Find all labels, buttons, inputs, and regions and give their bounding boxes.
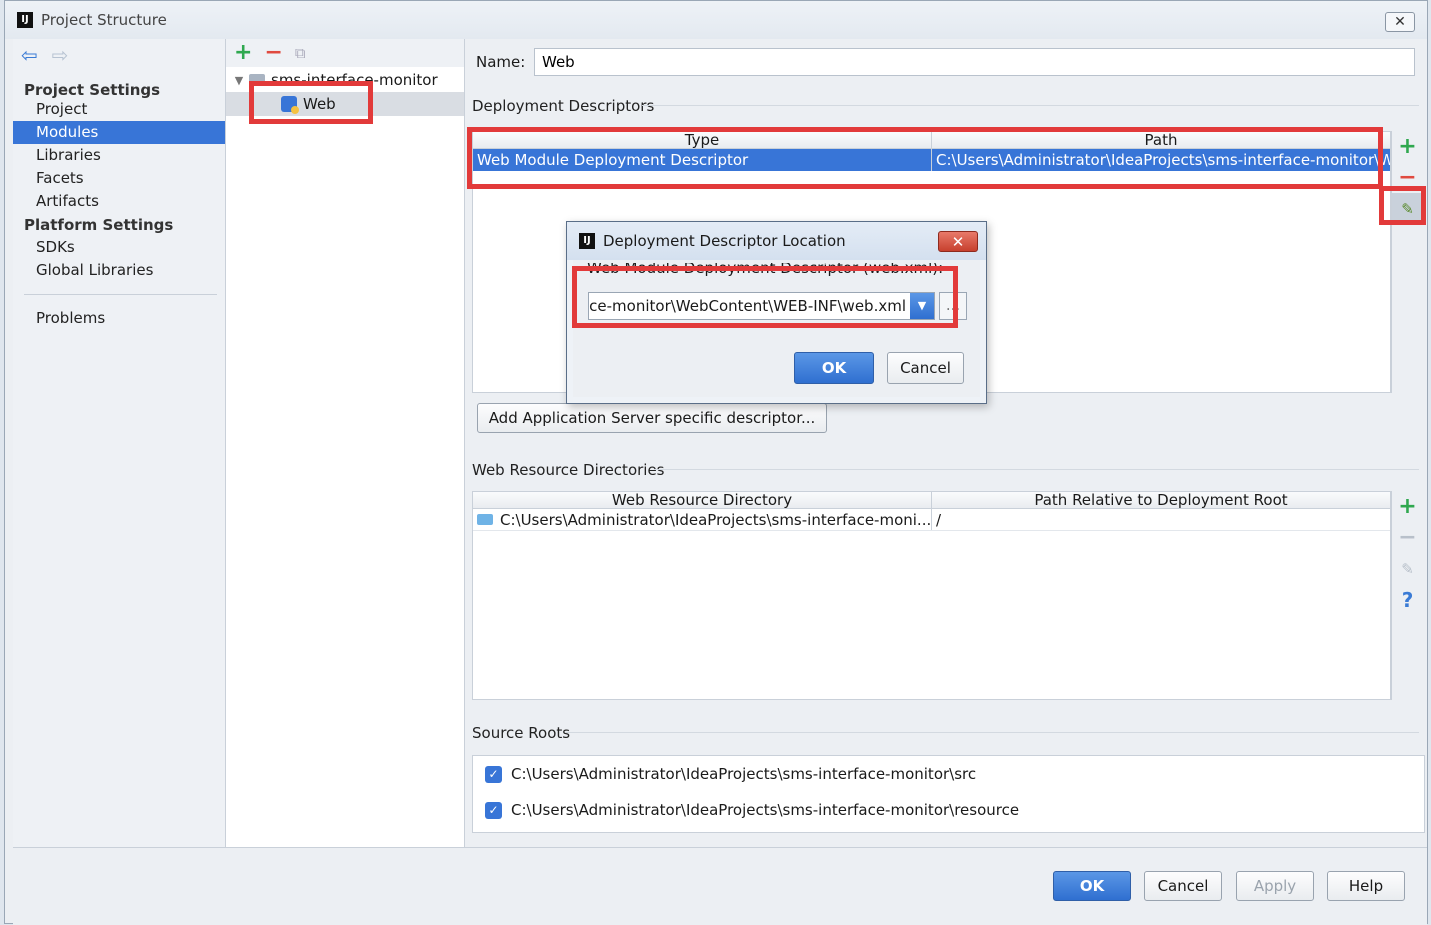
dropdown-arrow-icon[interactable]: ▼ (910, 293, 934, 319)
checkbox-checked-icon[interactable]: ✓ (485, 765, 502, 783)
table-row[interactable]: Web Module Deployment Descriptor C:\User… (473, 149, 1390, 171)
web-facet-icon (281, 96, 299, 114)
deployment-descriptors-title: Deployment Descriptors (472, 97, 655, 115)
source-root-item[interactable]: ✓ C:\Users\Administrator\IdeaProjects\sm… (473, 756, 1424, 792)
tree-toolbar: + − ⧉ (226, 39, 464, 67)
back-arrow-icon[interactable]: ⇦ (21, 43, 38, 67)
source-roots-list: ✓ C:\Users\Administrator\IdeaProjects\sm… (472, 755, 1425, 833)
window-title: Project Structure (41, 11, 167, 29)
folder-icon (477, 514, 493, 525)
dialog-footer: OK Cancel Apply Help (13, 847, 1427, 925)
nav-item-artifacts[interactable]: Artifacts (13, 190, 225, 213)
descriptor-path-combobox[interactable]: ce-monitor\WebContent\WEB-INF\web.xml ▼ (588, 292, 935, 320)
column-path-relative[interactable]: Path Relative to Deployment Root (932, 492, 1390, 508)
remove-resource-icon[interactable]: − (1398, 526, 1416, 549)
nav-divider (24, 294, 217, 295)
name-label: Name: (476, 53, 526, 71)
copy-module-icon[interactable]: ⧉ (295, 44, 306, 62)
table-header: Type Path (473, 132, 1390, 149)
tree-node-module-label: sms-interface-monitor (271, 71, 438, 89)
nav-item-modules[interactable]: Modules (13, 121, 225, 144)
deployment-descriptor-location-dialog: IJ Deployment Descriptor Location ✕ Web … (566, 221, 987, 404)
nav-item-facets[interactable]: Facets (13, 167, 225, 190)
descriptor-toolbar: + − ✎ (1391, 131, 1424, 393)
descriptor-type-cell: Web Module Deployment Descriptor (473, 149, 932, 171)
tree-node-module[interactable]: ▼ sms-interface-monitor (226, 68, 464, 92)
group-divider (566, 732, 1419, 733)
web-facet-panel: Name: Deployment Descriptors Type Path W… (466, 39, 1427, 847)
resource-directory-cell: C:\Users\Administrator\IdeaProjects\sms-… (473, 509, 932, 530)
source-roots-title: Source Roots (472, 724, 571, 742)
remove-module-icon[interactable]: − (264, 42, 282, 64)
dialog-ok-button[interactable]: OK (794, 352, 874, 384)
table-row[interactable]: C:\Users\Administrator\IdeaProjects\sms-… (473, 509, 1390, 531)
checkbox-checked-icon[interactable]: ✓ (485, 801, 502, 819)
relative-path-cell: / (936, 511, 942, 529)
source-root-item[interactable]: ✓ C:\Users\Administrator\IdeaProjects\sm… (473, 792, 1424, 828)
project-structure-window: IJ Project Structure ✕ ⇦ ⇨ Project Setti… (4, 0, 1428, 925)
nav-item-problems[interactable]: Problems (13, 307, 225, 330)
group-divider (654, 469, 1419, 470)
tree-node-web-label: Web (303, 95, 336, 113)
descriptor-path-cell: C:\Users\Administrator\IdeaProjects\sms-… (936, 151, 1390, 169)
name-row: Name: (476, 48, 1415, 76)
nav-item-global-libraries[interactable]: Global Libraries (13, 259, 225, 282)
web-resource-directories-table: Web Resource Directory Path Relative to … (472, 491, 1391, 700)
group-divider (642, 105, 1419, 106)
column-web-resource-directory[interactable]: Web Resource Directory (473, 492, 932, 508)
column-type[interactable]: Type (473, 132, 932, 148)
nav-item-project[interactable]: Project (13, 98, 225, 121)
add-resource-icon[interactable]: + (1398, 495, 1416, 518)
dialog-cancel-button[interactable]: Cancel (887, 352, 964, 384)
title-bar: IJ Project Structure ✕ (5, 1, 1427, 39)
apply-button[interactable]: Apply (1236, 871, 1314, 901)
tree-node-web-facet[interactable]: Web (226, 92, 464, 116)
dialog-close-button[interactable]: ✕ (938, 231, 978, 252)
edit-resource-pencil-icon[interactable]: ✎ (1401, 560, 1414, 578)
intellij-app-icon: IJ (579, 233, 595, 249)
help-button[interactable]: Help (1327, 871, 1405, 901)
column-path[interactable]: Path (932, 132, 1390, 148)
add-descriptor-icon[interactable]: + (1398, 135, 1416, 158)
source-root-path: C:\Users\Administrator\IdeaProjects\sms-… (511, 801, 1020, 819)
cancel-button[interactable]: Cancel (1144, 871, 1222, 901)
expand-triangle-icon[interactable]: ▼ (229, 74, 249, 87)
facet-name-input[interactable] (534, 48, 1415, 76)
resource-toolbar: + − ✎ ? (1391, 491, 1423, 700)
browse-button[interactable]: ... (939, 292, 967, 320)
help-icon[interactable]: ? (1402, 588, 1414, 612)
settings-nav: ⇦ ⇨ Project Settings Project Modules Lib… (13, 39, 225, 847)
module-tree: + − ⧉ ▼ sms-interface-monitor Web (225, 39, 465, 847)
nav-history: ⇦ ⇨ (13, 39, 225, 71)
add-module-icon[interactable]: + (234, 42, 252, 64)
forward-arrow-icon[interactable]: ⇨ (52, 43, 69, 67)
dialog-title: Deployment Descriptor Location (603, 232, 846, 250)
platform-settings-header: Platform Settings (24, 216, 174, 234)
dialog-title-bar: IJ Deployment Descriptor Location ✕ (567, 222, 986, 260)
window-close-button[interactable]: ✕ (1385, 12, 1415, 32)
edit-descriptor-pencil-icon[interactable]: ✎ (1401, 200, 1414, 218)
source-root-path: C:\Users\Administrator\IdeaProjects\sms-… (511, 765, 977, 783)
resource-directory-text: C:\Users\Administrator\IdeaProjects\sms-… (500, 510, 932, 529)
nav-item-libraries[interactable]: Libraries (13, 144, 225, 167)
web-resource-directories-title: Web Resource Directories (472, 461, 665, 479)
window-content: ⇦ ⇨ Project Settings Project Modules Lib… (5, 39, 1427, 925)
dialog-body: Web Module Deployment Descriptor (web.xm… (573, 260, 980, 397)
add-server-descriptor-button[interactable]: Add Application Server specific descript… (477, 403, 827, 433)
ok-button[interactable]: OK (1053, 871, 1131, 901)
descriptor-path-value[interactable]: ce-monitor\WebContent\WEB-INF\web.xml (589, 297, 910, 315)
project-settings-header: Project Settings (24, 81, 161, 99)
nav-item-sdks[interactable]: SDKs (13, 236, 225, 259)
descriptor-path-label: Web Module Deployment Descriptor (web.xm… (587, 263, 944, 277)
module-folder-icon (249, 74, 265, 86)
remove-descriptor-icon[interactable]: − (1398, 166, 1416, 189)
table-header: Web Resource Directory Path Relative to … (473, 492, 1390, 509)
intellij-app-icon: IJ (17, 12, 33, 28)
